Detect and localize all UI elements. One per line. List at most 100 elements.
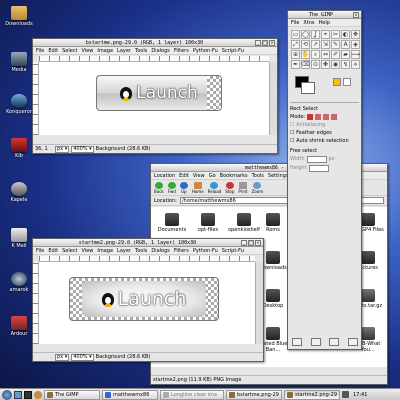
by-color-select-tool-icon[interactable]: ◐	[341, 30, 350, 39]
menu-filters[interactable]: Filters	[174, 248, 189, 254]
rotate-tool-icon[interactable]: ⟲	[301, 40, 310, 49]
hand-tool-icon[interactable]: ✋	[301, 50, 310, 59]
desktop-icon-amarok[interactable]: amarok	[3, 272, 35, 293]
tray-icon[interactable]	[342, 391, 349, 398]
heal-tool-icon[interactable]: ✤	[321, 60, 330, 69]
brush-preview[interactable]	[333, 78, 341, 86]
stop-button[interactable]: Stop	[225, 181, 234, 194]
close-button[interactable]: ×	[353, 11, 359, 18]
height-input[interactable]	[308, 164, 329, 172]
konsole-icon[interactable]	[24, 390, 32, 399]
menu-settings[interactable]: Settings	[268, 173, 289, 179]
zoom-button[interactable]: Zoom	[252, 181, 263, 194]
feather-edges-checkbox[interactable]: ☐ Feather edges	[290, 129, 359, 137]
scissors-tool-icon[interactable]: ✂	[331, 30, 340, 39]
zoom-select[interactable]: 400% ▾	[71, 145, 94, 153]
menu-python-fu[interactable]: Python-Fu	[193, 248, 218, 254]
mode-intersect-icon[interactable]	[331, 114, 338, 120]
menu-filters[interactable]: Filters	[174, 48, 189, 54]
taskbar-item-bstartme[interactable]: bstartme.png-29	[226, 389, 282, 400]
paintbrush-tool-icon[interactable]: ✐	[331, 50, 340, 59]
clone-tool-icon[interactable]: ⊙	[311, 60, 320, 69]
close-button[interactable]: ×	[255, 239, 261, 246]
toolbox-titlebar[interactable]: The GIMP ×	[288, 11, 361, 19]
menu-go[interactable]: Go	[209, 173, 216, 179]
browser-icon[interactable]	[34, 390, 42, 399]
show-desktop-icon[interactable]	[14, 390, 22, 399]
menu-edit[interactable]: Edit	[48, 48, 58, 54]
save-options-button[interactable]	[292, 338, 302, 346]
auto-shrink-checkbox[interactable]: ☐ Auto shrink selection	[290, 137, 359, 145]
menu-view[interactable]: View	[82, 248, 94, 254]
rect-select-tool-icon[interactable]: ▭	[291, 30, 300, 39]
menu-dialogs[interactable]: Dialogs	[151, 248, 170, 254]
menu-file[interactable]: File	[291, 20, 299, 26]
image-titlebar[interactable]: startme2.png-29.0 (RGB, 1 layer) 100x30 …	[33, 239, 263, 247]
menu-help[interactable]: Help	[319, 20, 330, 26]
menu-file[interactable]: File	[36, 248, 44, 254]
maximize-button[interactable]: □	[248, 239, 254, 246]
taskbar-item-startme2[interactable]: startme2.png-29	[284, 389, 340, 400]
minimize-button[interactable]: _	[255, 39, 261, 46]
menu-dialogs[interactable]: Dialogs	[151, 48, 170, 54]
menu-view[interactable]: View	[193, 173, 205, 179]
menu-view[interactable]: View	[82, 48, 94, 54]
mode-replace-icon[interactable]	[307, 114, 314, 120]
taskbar-item-longline[interactable]: Longline clear ima	[160, 389, 224, 400]
shear-tool-icon[interactable]: ↗	[311, 40, 320, 49]
menu-tools[interactable]: Tools	[135, 248, 147, 254]
desktop-icon-kib[interactable]: Kib	[3, 138, 35, 159]
ellipse-select-tool-icon[interactable]: ◯	[301, 30, 310, 39]
menu-image[interactable]: Image	[97, 248, 113, 254]
mode-add-icon[interactable]	[315, 114, 322, 120]
menu-script-fu[interactable]: Script-Fu	[222, 248, 244, 254]
flip-tool-icon[interactable]: ⇔	[321, 50, 330, 59]
menu-select[interactable]: Select	[62, 48, 77, 54]
desktop-icon-downloads[interactable]: Downloads	[3, 6, 35, 27]
desktop-icon-media[interactable]: Media	[3, 52, 35, 73]
menu-script-fu[interactable]: Script-Fu	[222, 48, 244, 54]
minimize-button[interactable]: _	[241, 239, 247, 246]
fuzzy-select-tool-icon[interactable]: ⌖	[321, 30, 330, 39]
lasso-tool-icon[interactable]: ʆ	[311, 30, 320, 39]
desktop-icon-kapele[interactable]: Kapele	[3, 182, 35, 203]
unit-select[interactable]: px ▾	[55, 353, 70, 361]
vertical-scrollbar[interactable]	[269, 62, 277, 135]
reset-options-button[interactable]	[347, 338, 358, 346]
restore-options-button[interactable]	[310, 338, 321, 346]
menu-xtns[interactable]: Xtns	[303, 20, 314, 26]
crop-tool-icon[interactable]: ⊕	[291, 50, 300, 59]
file-item[interactable]: Documents	[153, 213, 191, 233]
delete-options-button[interactable]	[329, 338, 340, 346]
pencil-tool-icon[interactable]: ✎	[331, 40, 340, 49]
unit-select[interactable]: px ▾	[55, 145, 70, 153]
ink-tool-icon[interactable]: ✒	[291, 60, 300, 69]
maximize-button[interactable]: □	[262, 39, 268, 46]
text-tool-icon[interactable]: A	[341, 40, 350, 49]
menu-python-fu[interactable]: Python-Fu	[193, 48, 218, 54]
width-input[interactable]	[306, 155, 327, 163]
menu-location[interactable]: Location	[154, 173, 175, 179]
image-canvas[interactable]: Launch	[39, 262, 255, 344]
measure-tool-icon[interactable]: ⟡	[351, 60, 360, 69]
reload-button[interactable]: Reload	[208, 181, 221, 194]
move-tool-icon[interactable]: ✥	[351, 30, 360, 39]
scale-tool-icon[interactable]: ⤢	[291, 40, 300, 49]
file-item[interactable]: opt-files	[189, 213, 227, 233]
eraser-tool-icon[interactable]: ⌫	[301, 60, 310, 69]
up-button[interactable]: Up	[179, 181, 188, 194]
menu-bookmarks[interactable]: Bookmarks	[220, 173, 248, 179]
menu-select[interactable]: Select	[62, 248, 77, 254]
kde-menu-button[interactable]	[2, 389, 12, 400]
vertical-scrollbar[interactable]	[255, 262, 263, 344]
dodge-burn-tool-icon[interactable]: ↯	[341, 60, 350, 69]
menu-layer[interactable]: Layer	[117, 248, 131, 254]
antialiasing-checkbox[interactable]: ☐ Antialiasing	[290, 121, 359, 129]
close-button[interactable]: ×	[269, 39, 275, 46]
print-button[interactable]: Print	[238, 181, 248, 194]
taskbar-item-gimp[interactable]: The GIMP	[44, 389, 100, 400]
home-button[interactable]: Home	[192, 181, 204, 194]
forward-button[interactable]: Fwd	[168, 181, 176, 194]
menu-tools[interactable]: Tools	[135, 48, 147, 54]
desktop-icon-kmail[interactable]: K Mail	[3, 228, 35, 249]
